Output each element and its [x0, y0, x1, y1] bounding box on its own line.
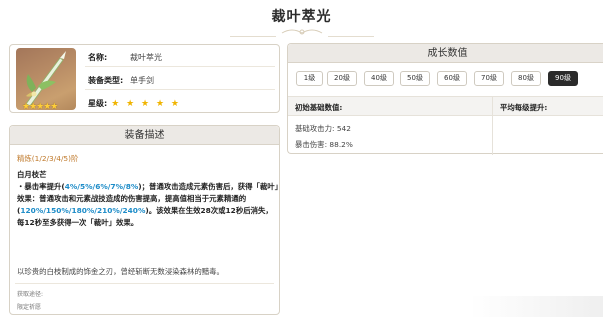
- level-button-60[interactable]: 60级: [437, 71, 467, 86]
- info-divider: [85, 89, 275, 90]
- growth-table-header: 初始基础数值: 平均每级提升:: [288, 96, 603, 116]
- skill-name: 白月枝芒: [17, 170, 47, 179]
- growth-header: 成长数值: [288, 44, 603, 63]
- info-row-name: 名称: 裁叶萃光: [88, 52, 162, 63]
- stat-value: 542: [336, 124, 351, 133]
- sword-icon: [25, 51, 66, 107]
- type-value: 单手剑: [130, 76, 154, 85]
- level-button-50[interactable]: 50级: [400, 71, 430, 86]
- obtain-divider: [15, 283, 274, 284]
- skill-text-part: ・暴击率提升(: [17, 182, 65, 191]
- stat-base-attack: 基础攻击力: 542: [295, 123, 351, 134]
- level-button-70[interactable]: 70级: [474, 71, 504, 86]
- name-value: 裁叶萃光: [130, 53, 162, 62]
- info-row-type: 装备类型: 单手剑: [88, 75, 154, 86]
- info-divider: [85, 66, 275, 67]
- name-label: 名称:: [88, 53, 108, 62]
- per-level-header: 平均每级提升:: [500, 103, 548, 112]
- level-button-80[interactable]: 80级: [511, 71, 541, 86]
- skill-text: ・暴击率提升(4%/5%/6%/7%/8%)；普通攻击造成元素伤害后，获得「裁叶…: [17, 181, 279, 229]
- stat-label: 基础攻击力:: [295, 124, 335, 133]
- title-divider-left: [230, 36, 276, 37]
- title-divider-right: [328, 36, 374, 37]
- bottom-fade: [470, 296, 603, 317]
- rarity-stars: ★ ★ ★ ★ ★: [111, 99, 181, 109]
- weapon-image: ★★★★★: [16, 48, 76, 110]
- flavor-text: 以珍贵的白枝制成的饰金之刃，曾经斩断无数浸染森林的黯毒。: [17, 267, 224, 276]
- info-row-rarity: 星级: ★ ★ ★ ★ ★: [88, 98, 181, 109]
- skill-value-highlight: 4%/5%/6%/7%/8%: [64, 182, 139, 191]
- description-header: 装备描述: [10, 126, 279, 145]
- obtain-label: 获取途径:: [17, 291, 44, 298]
- growth-panel: 成长数值 1级 20级 40级 50级 60级 70级 80级 90级 初始基础…: [287, 43, 603, 155]
- thumb-rarity-stars: ★★★★★: [22, 102, 58, 111]
- description-panel: 装备描述 精炼(1/2/3/4/5)阶 白月枝芒 ・暴击率提升(4%/5%/6%…: [9, 125, 280, 315]
- weapon-info-panel: ★★★★★ 名称: 裁叶萃光 装备类型: 单手剑 星级: ★ ★ ★ ★ ★: [9, 44, 280, 113]
- stat-value: 88.2%: [329, 140, 353, 149]
- stat-crit-damage: 暴击伤害: 88.2%: [295, 139, 353, 150]
- page-title: 裁叶萃光: [271, 9, 332, 25]
- refine-label: 精炼(1/2/3/4/5)阶: [17, 154, 79, 163]
- skill-value-highlight: 120%/150%/180%/210%/240%: [20, 206, 146, 215]
- base-stats-header: 初始基础数值:: [295, 103, 343, 112]
- level-button-90[interactable]: 90级: [548, 71, 578, 86]
- stat-label: 暴击伤害:: [295, 140, 328, 149]
- level-button-1[interactable]: 1级: [296, 71, 323, 86]
- rarity-label: 星级:: [88, 99, 108, 108]
- level-button-20[interactable]: 20级: [327, 71, 357, 86]
- level-button-40[interactable]: 40级: [364, 71, 394, 86]
- type-label: 装备类型:: [88, 76, 124, 85]
- title-ornament-icon: [281, 29, 323, 35]
- column-divider: [492, 96, 493, 155]
- description-body: 精炼(1/2/3/4/5)阶 白月枝芒 ・暴击率提升(4%/5%/6%/7%/8…: [17, 153, 279, 229]
- obtain-value: 限定祈愿: [17, 304, 42, 311]
